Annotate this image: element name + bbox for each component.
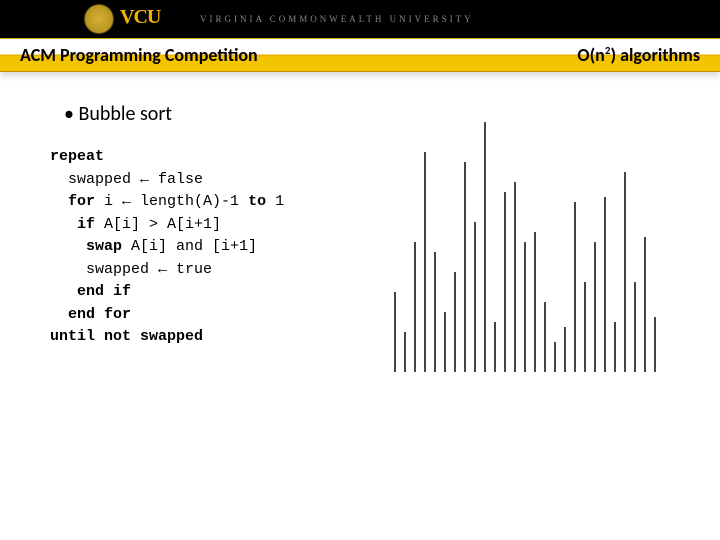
code-kw: swap bbox=[86, 238, 122, 255]
bar bbox=[444, 312, 446, 372]
university-name: VIRGINIA COMMONWEALTH UNIVERSITY bbox=[200, 14, 474, 24]
vcu-logo: VCU bbox=[120, 6, 160, 29]
bar bbox=[534, 232, 536, 372]
code-line bbox=[50, 216, 77, 233]
bar bbox=[634, 282, 636, 372]
bar bbox=[404, 332, 406, 372]
left-column: • Bubble sort repeat swapped ← false for… bbox=[50, 102, 360, 372]
bar bbox=[584, 282, 586, 372]
code-line: A[i] > A[i+1] bbox=[95, 216, 221, 233]
slide-title-left: ACM Programming Competition bbox=[20, 44, 258, 66]
bar bbox=[414, 242, 416, 372]
code-line: swapped ← true bbox=[50, 261, 212, 278]
slide-title-right: O(n2) algorithms bbox=[577, 44, 700, 66]
bullet-heading: • Bubble sort bbox=[64, 102, 360, 126]
code-kw: to bbox=[248, 193, 266, 210]
bar bbox=[554, 342, 556, 372]
bar bbox=[564, 327, 566, 372]
bar bbox=[394, 292, 396, 372]
bar bbox=[574, 202, 576, 372]
bullet-text: Bubble sort bbox=[78, 102, 172, 126]
code-line: swapped ← false bbox=[50, 171, 203, 188]
bar bbox=[504, 192, 506, 372]
bar bbox=[494, 322, 496, 372]
right-column bbox=[380, 102, 670, 372]
bar bbox=[514, 182, 516, 372]
bar bbox=[474, 222, 476, 372]
bar bbox=[644, 237, 646, 372]
title-bar: ACM Programming Competition O(n2) algori… bbox=[0, 38, 720, 72]
code-line bbox=[50, 193, 68, 210]
bigO-prefix: O(n bbox=[577, 44, 604, 66]
bar bbox=[624, 172, 626, 372]
bar bbox=[544, 302, 546, 372]
bar bbox=[594, 242, 596, 372]
bar bbox=[614, 322, 616, 372]
bar bbox=[434, 252, 436, 372]
code-line: i ← length(A)-1 bbox=[95, 193, 248, 210]
bar bbox=[524, 242, 526, 372]
bar bbox=[464, 162, 466, 372]
code-kw: for bbox=[68, 193, 95, 210]
code-line bbox=[50, 238, 86, 255]
bar bbox=[424, 152, 426, 372]
code-kw: end for bbox=[68, 306, 131, 323]
bar bbox=[454, 272, 456, 372]
university-banner: VCU VIRGINIA COMMONWEALTH UNIVERSITY bbox=[0, 0, 720, 38]
slide-content: • Bubble sort repeat swapped ← false for… bbox=[0, 72, 720, 372]
code-line: A[i] and [i+1] bbox=[122, 238, 257, 255]
code-kw: end if bbox=[77, 283, 131, 300]
code-kw: if bbox=[77, 216, 95, 233]
bigO-suffix: ) algorithms bbox=[610, 44, 700, 66]
bar bbox=[484, 122, 486, 372]
code-line: repeat bbox=[50, 148, 104, 165]
bar-visualization bbox=[394, 112, 656, 372]
bar bbox=[654, 317, 656, 372]
code-line: until not swapped bbox=[50, 328, 203, 345]
university-seal-icon bbox=[84, 4, 114, 34]
code-line bbox=[50, 283, 77, 300]
pseudocode-block: repeat swapped ← false for i ← length(A)… bbox=[50, 146, 360, 349]
code-line: 1 bbox=[266, 193, 284, 210]
code-line bbox=[50, 306, 68, 323]
bar bbox=[604, 197, 606, 372]
